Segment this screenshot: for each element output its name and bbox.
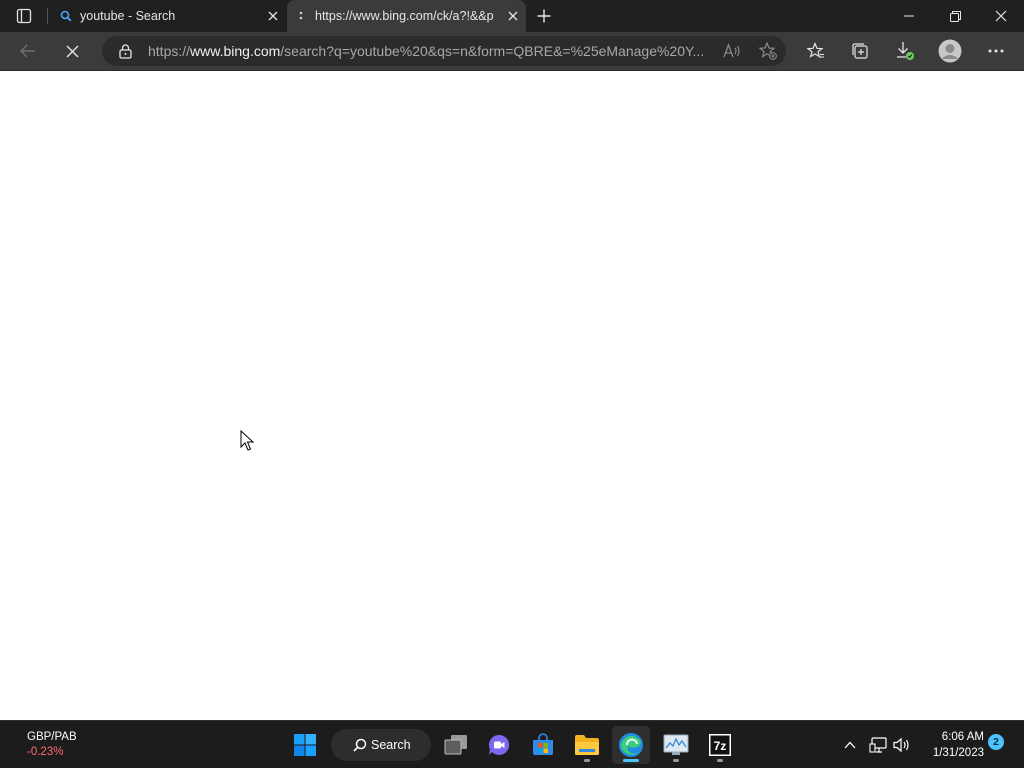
clock-date: 1/31/2023 (932, 747, 984, 759)
collections-button[interactable] (845, 37, 875, 65)
svg-text:7z: 7z (714, 739, 727, 753)
profile-button[interactable] (935, 37, 965, 65)
browser-toolbar: https://www.bing.com/search?q=youtube%20… (0, 32, 1024, 71)
volume-button[interactable] (890, 733, 914, 757)
tab-actions-icon (16, 8, 32, 24)
close-icon (66, 45, 78, 57)
taskbar-clock[interactable]: 6:06 AM 1/31/2023 (918, 729, 984, 761)
close-icon (508, 11, 518, 21)
stock-symbol: GBP/PAB (27, 731, 77, 743)
new-tab-button[interactable] (532, 5, 556, 27)
chat-button[interactable] (480, 726, 518, 764)
network-icon (869, 737, 887, 753)
running-indicator (623, 759, 639, 762)
more-icon (988, 49, 1004, 53)
stock-change: -0.23% (27, 746, 64, 758)
file-explorer-button[interactable] (568, 726, 606, 764)
close-window-button[interactable] (978, 0, 1024, 32)
favorites-button[interactable] (801, 37, 831, 65)
url-path: /search?q=youtube%20&qs=n&form=QBRE&=%25… (280, 43, 705, 59)
resource-monitor-icon (663, 734, 689, 755)
tab-actions-button[interactable] (10, 6, 38, 26)
favorites-icon (807, 42, 824, 58)
settings-more-button[interactable] (981, 37, 1011, 65)
stop-loading-button[interactable] (57, 37, 87, 65)
url-text[interactable]: https://www.bing.com/search?q=youtube%20… (148, 43, 714, 59)
store-icon (533, 733, 553, 755)
start-icon (294, 734, 316, 756)
collections-icon (852, 43, 868, 59)
tab-bing-redirect[interactable]: https://www.bing.com/ck/a?!&&p (287, 0, 526, 32)
running-indicator (584, 759, 590, 762)
restore-icon (949, 10, 961, 22)
clock-time: 6:06 AM (941, 731, 984, 743)
taskbar: GBP/PAB -0.23% Search 7z 6:06 AM 1/31/20… (0, 720, 1024, 768)
close-icon (995, 10, 1007, 22)
avatar-icon (938, 39, 962, 63)
loading-icon (287, 10, 315, 22)
running-indicator (673, 759, 679, 762)
read-aloud-icon (723, 43, 740, 58)
restore-button[interactable] (932, 0, 978, 32)
tab-youtube-search[interactable]: youtube - Search (52, 0, 286, 32)
show-hidden-icons-button[interactable] (838, 733, 862, 757)
edge-button[interactable] (612, 726, 650, 764)
close-tab-button[interactable] (260, 11, 286, 21)
search-icon (52, 10, 80, 22)
url-host: www.bing.com (190, 43, 281, 59)
url-prefix: https:// (148, 43, 191, 59)
search-label: Search (371, 738, 411, 752)
page-content (0, 71, 1024, 720)
tab-strip: youtube - Search https://www.bing.com/ck… (0, 0, 1024, 32)
close-tab-button[interactable] (500, 11, 526, 21)
chat-icon (488, 734, 510, 755)
minimize-icon (904, 15, 914, 17)
tab-divider (47, 8, 48, 24)
plus-icon (537, 9, 551, 23)
mouse-cursor-icon (240, 430, 254, 451)
downloads-button[interactable] (890, 37, 920, 65)
task-view-icon (444, 735, 467, 755)
notification-badge[interactable]: 2 (988, 734, 1004, 750)
download-icon (897, 42, 914, 60)
7zip-icon: 7z (709, 734, 731, 756)
close-icon (268, 11, 278, 21)
add-favorite-button[interactable] (750, 38, 786, 64)
7zip-button[interactable]: 7z (701, 726, 739, 764)
tab-title: https://www.bing.com/ck/a?!&&p (315, 9, 494, 23)
lock-icon[interactable] (102, 43, 148, 59)
file-explorer-icon (575, 735, 599, 755)
network-button[interactable] (866, 733, 890, 757)
minimize-button[interactable] (886, 0, 932, 32)
taskbar-search-button[interactable]: Search (331, 729, 431, 761)
back-button[interactable] (13, 37, 43, 65)
search-icon (353, 738, 367, 752)
volume-icon (893, 737, 909, 753)
address-bar[interactable]: https://www.bing.com/search?q=youtube%20… (102, 36, 786, 66)
back-arrow-icon (20, 44, 35, 58)
stock-widget[interactable]: GBP/PAB -0.23% (27, 730, 77, 760)
task-view-button[interactable] (437, 726, 475, 764)
resource-monitor-button[interactable] (657, 726, 695, 764)
edge-icon (619, 733, 643, 757)
read-aloud-button[interactable] (714, 38, 750, 64)
tab-title: youtube - Search (80, 9, 176, 23)
running-indicator (717, 759, 723, 762)
microsoft-store-button[interactable] (524, 726, 562, 764)
chevron-up-icon (844, 741, 856, 749)
star-add-icon (759, 42, 777, 60)
start-button[interactable] (286, 726, 324, 764)
